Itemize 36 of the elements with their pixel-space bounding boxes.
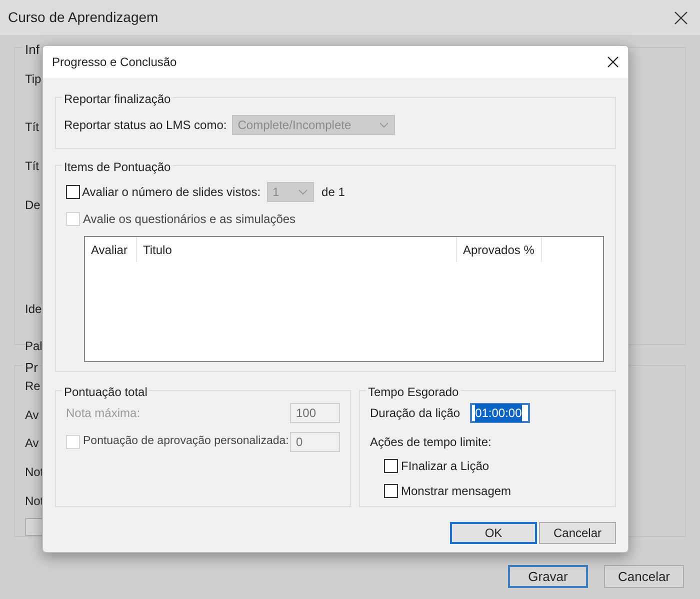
field-label: Tít	[25, 158, 39, 175]
field-label: Tip	[25, 71, 42, 88]
field-label: Re	[25, 378, 40, 395]
checkbox-label: Pontuação de aprovação personalizada:	[83, 434, 289, 450]
button[interactable]: Cancelar	[604, 565, 684, 588]
checkbox[interactable]	[384, 484, 398, 498]
chevron-down-icon	[298, 189, 308, 195]
field-label: Pal	[25, 338, 42, 355]
checkbox-label: FInalizar a Lição	[401, 458, 490, 475]
column-header[interactable]: Titulo	[137, 237, 457, 262]
input-field[interactable]: 01:00:00	[470, 403, 530, 423]
button[interactable]: OK	[450, 522, 537, 544]
field-label: De	[25, 197, 40, 214]
checkbox[interactable]	[66, 185, 80, 199]
column-header[interactable]: Aprovados %	[457, 237, 542, 262]
count-label: de 1	[322, 184, 345, 201]
field-label: Reportar status ao LMS como:	[64, 117, 227, 134]
field-label: Ações de tempo limite:	[370, 434, 492, 451]
field-label: Ide	[25, 301, 42, 318]
dialog-title: Progresso e Conclusão	[52, 54, 177, 71]
field-label: Av	[25, 435, 39, 452]
checkbox-label: Monstrar mensagem	[401, 483, 512, 500]
button[interactable]: Gravar	[508, 565, 588, 588]
button[interactable]: Cancelar	[539, 522, 616, 544]
field-label: Tít	[25, 119, 39, 136]
window-title: Curso de Aprendizagem	[8, 8, 158, 27]
chevron-down-icon	[378, 122, 389, 128]
field-label: Nota máxima:	[66, 405, 140, 422]
field-label: Duração da lição	[370, 405, 460, 422]
column-header[interactable]: Avaliar	[85, 237, 137, 262]
checkbox[interactable]	[384, 459, 398, 473]
field-label: Av	[25, 407, 39, 424]
checkbox-label: Avalie os questionários e as simulações	[83, 211, 296, 228]
close-icon[interactable]	[607, 56, 619, 68]
close-icon[interactable]	[674, 10, 688, 24]
checkbox-label: Avaliar o número de slides vistos:	[82, 184, 261, 201]
